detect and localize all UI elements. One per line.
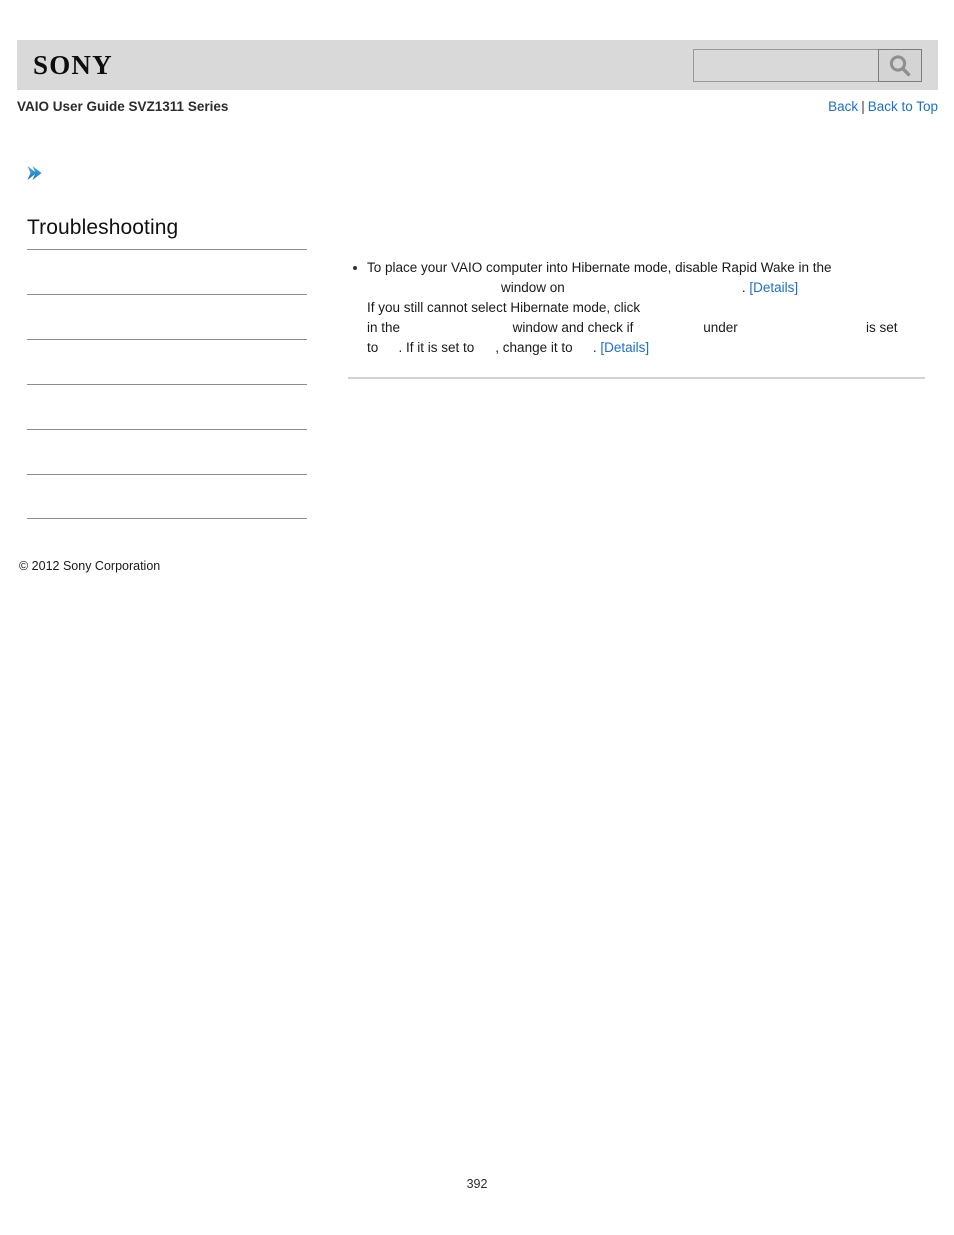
search-input[interactable] [693,49,878,82]
sidebar-item-6[interactable] [27,474,307,519]
tip-text-5c: , change it to [495,340,577,355]
tip-line-1: To place your VAIO computer into Hiberna… [367,258,926,278]
nav-separator: | [861,99,865,114]
chevron-right-icon[interactable] [25,163,43,183]
search-area [693,49,922,82]
tip-line-2: VAIO Control Center window on the Hibern… [367,278,926,298]
list-item: To place your VAIO computer into Hiberna… [348,258,926,358]
sidebar: Troubleshooting [27,215,307,519]
back-link[interactable]: Back [828,99,858,114]
nav-links: Back | Back to Top [828,99,938,114]
sidebar-item-5[interactable] [27,429,307,474]
sidebar-item-1[interactable] [27,249,307,294]
header-bar: SONY [17,40,938,90]
search-icon [889,54,911,76]
sony-logo: SONY [33,50,113,80]
tip-text-4b: window and check if [508,320,638,335]
tip-line-5: to on. If it is set to off, change it to… [367,338,926,358]
back-to-top-link[interactable]: Back to Top [868,99,938,114]
subheader: VAIO User Guide SVZ1311 Series Back | Back… [17,99,938,121]
details-link-2[interactable]: [Details] [600,340,649,355]
copyright-notice: © 2012 Sony Corporation [19,559,161,573]
content-divider [348,377,925,379]
sidebar-item-2[interactable] [27,294,307,339]
main-content: To place your VAIO computer into Hiberna… [348,258,926,358]
sidebar-list [27,249,307,519]
sidebar-item-3[interactable] [27,339,307,384]
page-number: 392 [466,1177,488,1191]
tip-text-5a: to [367,340,383,355]
page-title: VAIO User Guide SVZ1311 Series [17,99,229,114]
troubleshooting-tip-list: To place your VAIO computer into Hiberna… [348,258,926,358]
tip-text-2a: window on [497,280,569,295]
search-button[interactable] [878,49,922,82]
tip-text-4c: under [699,320,742,335]
tip-line-4: in the System Settings window and check … [367,318,926,338]
tip-line-3: If you still cannot select Hibernate mod… [367,298,926,318]
sidebar-heading: Troubleshooting [27,216,179,239]
tip-text-1a: To place your VAIO computer into Hiberna… [367,260,836,275]
tip-text-5b: . If it is set to [398,340,479,355]
tip-text-4d: is set [862,320,898,335]
tip-text-4a: in the [367,320,404,335]
tip-text-3a: If you still cannot select Hibernate mod… [367,300,644,315]
sidebar-item-4[interactable] [27,384,307,429]
details-link-1[interactable]: [Details] [749,280,798,295]
